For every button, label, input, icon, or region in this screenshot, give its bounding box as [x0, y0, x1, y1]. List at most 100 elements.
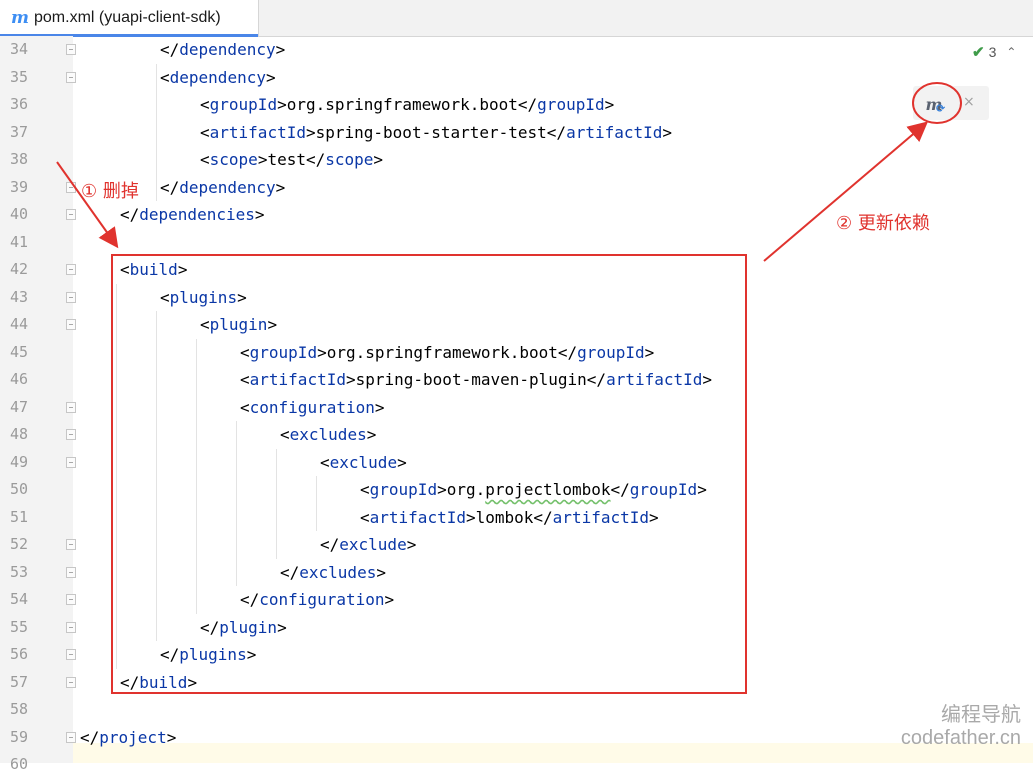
fold-marker-icon[interactable]	[66, 401, 76, 413]
code-line[interactable]: 44 <plugin>	[0, 311, 1033, 339]
code-line[interactable]: 43 <plugins>	[0, 284, 1033, 312]
line-number: 48	[9, 425, 28, 443]
fold-marker-icon[interactable]	[66, 44, 76, 55]
xml-tag-name: artifactId	[606, 370, 703, 389]
fold-marker-icon[interactable]	[66, 621, 76, 633]
xml-bracket: >	[275, 177, 286, 197]
code-line[interactable]: 34 </dependency>	[0, 36, 1033, 64]
maven-m-icon: m	[11, 8, 29, 28]
xml-tag-name: groupId	[537, 95, 605, 114]
code-text: </exclude>	[320, 531, 416, 559]
xml-tag-name: groupId	[249, 342, 318, 362]
xml-tag-name: excludes	[289, 425, 367, 444]
code-line[interactable]: 46 <artifactId>spring-boot-maven-plugin</…	[0, 366, 1033, 394]
line-number: 43	[9, 287, 28, 306]
line-number: 47	[9, 397, 28, 416]
fold-marker-icon[interactable]	[66, 71, 76, 83]
xml-bracket: <	[320, 452, 330, 472]
line-number: 59	[9, 727, 28, 746]
xml-bracket: >	[277, 95, 287, 114]
fold-marker-icon[interactable]	[66, 429, 76, 440]
code-line[interactable]: 59 </project>	[0, 724, 1033, 752]
fold-marker-icon[interactable]	[66, 731, 76, 743]
xml-bracket: >	[644, 342, 655, 362]
xml-bracket: >	[277, 617, 287, 637]
check-icon: ✔	[972, 44, 985, 61]
code-line[interactable]: 36 <groupId>org.springframework.boot</gro…	[0, 91, 1033, 119]
code-line[interactable]: 38 <scope>test</scope>	[0, 146, 1033, 174]
code-text: <exclude>	[320, 449, 407, 477]
code-text: <dependency>	[160, 64, 276, 92]
inspection-widget[interactable]: ✔ 3 ⌃	[972, 43, 1016, 61]
xml-bracket: <	[360, 507, 370, 527]
code-line[interactable]: 51 <artifactId>lombok</artifactId>	[0, 504, 1033, 532]
fold-marker-icon[interactable]	[66, 181, 76, 193]
xml-bracket: >	[177, 260, 188, 279]
code-line[interactable]: 49 <exclude>	[0, 449, 1033, 477]
code-line[interactable]: 52 </exclude>	[0, 531, 1033, 559]
xml-tag-name: configuration	[259, 590, 385, 609]
xml-bracket: <	[240, 397, 250, 417]
fold-marker-icon[interactable]	[66, 539, 76, 550]
code-editor[interactable]: 34 </dependency> 35 <dependency> 36 <groupId>…	[0, 36, 1033, 773]
xml-tag-name: build	[139, 672, 188, 692]
fold-marker-icon[interactable]	[66, 291, 76, 303]
xml-tag-name: groupId	[209, 95, 278, 114]
code-line[interactable]: 42 <build>	[0, 256, 1033, 284]
fold-marker-icon[interactable]	[66, 264, 76, 275]
fold-marker-icon[interactable]	[66, 456, 76, 468]
fold-marker-icon[interactable]	[66, 319, 76, 330]
code-text: </plugins>	[160, 641, 256, 669]
line-number: 57	[9, 672, 28, 691]
line-number: 55	[9, 617, 28, 636]
xml-bracket: <	[240, 342, 250, 362]
xml-bracket: </	[200, 617, 220, 637]
fold-marker-icon[interactable]	[66, 566, 76, 578]
editor-tab-bar: m pom.xml (yuapi-client-sdk)	[0, 0, 1033, 37]
code-line[interactable]: 60	[0, 751, 1033, 779]
close-icon[interactable]: ×	[963, 94, 975, 110]
tab-pom-xml[interactable]: m pom.xml (yuapi-client-sdk)	[0, 0, 259, 37]
line-number: 54	[9, 590, 28, 608]
code-line[interactable]: 55 </plugin>	[0, 614, 1033, 642]
fold-marker-icon[interactable]	[66, 209, 76, 220]
code-line[interactable]: 56 </plugins>	[0, 641, 1033, 669]
xml-tag-name: dependency	[179, 177, 276, 197]
xml-text: org.springframework.boot	[286, 95, 518, 114]
xml-bracket: >	[384, 590, 395, 609]
code-line[interactable]: 45 <groupId>org.springframework.boot</gro…	[0, 339, 1033, 367]
code-line[interactable]: 48 <excludes>	[0, 421, 1033, 449]
fold-marker-icon[interactable]	[66, 676, 76, 688]
xml-bracket: <	[280, 425, 290, 444]
code-line[interactable]: 39 </dependency>	[0, 174, 1033, 202]
line-number: 40	[9, 205, 28, 223]
xml-bracket: >	[373, 150, 384, 169]
code-line[interactable]: 58	[0, 696, 1033, 724]
xml-bracket: </	[320, 535, 340, 554]
code-line[interactable]: 35 <dependency>	[0, 64, 1033, 92]
code-line[interactable]: 50 <groupId>org.projectlombok</groupId>	[0, 476, 1033, 504]
line-number: 39	[9, 177, 28, 196]
code-line[interactable]: 47 <configuration>	[0, 394, 1033, 422]
code-line[interactable]: 53 </excludes>	[0, 559, 1033, 587]
code-text: <configuration>	[240, 394, 385, 422]
fold-marker-icon[interactable]	[66, 594, 76, 605]
xml-bracket: >	[345, 370, 356, 389]
code-text: <scope>test</scope>	[200, 146, 383, 174]
xml-bracket: >	[437, 480, 447, 499]
fold-marker-icon[interactable]	[66, 649, 76, 660]
maven-reload-button[interactable]: m ⟳	[917, 87, 951, 121]
code-line[interactable]: 37 <artifactId>spring-boot-starter-test</…	[0, 119, 1033, 147]
line-number: 42	[9, 260, 28, 278]
code-text: <plugins>	[160, 284, 247, 312]
line-number: 50	[9, 480, 28, 498]
xml-text: spring-boot-starter-test	[315, 122, 547, 142]
chevron-up-icon[interactable]: ⌃	[1006, 45, 1016, 59]
xml-tag-name: groupId	[369, 480, 438, 499]
code-line[interactable]: 57 </build>	[0, 669, 1033, 697]
code-text: <groupId>org.springframework.boot</group…	[240, 339, 654, 367]
code-text: <groupId>org.projectlombok</groupId>	[360, 476, 707, 504]
code-line[interactable]: 54 </configuration>	[0, 586, 1033, 614]
line-number: 44	[9, 315, 28, 333]
xml-tag-name: plugin	[209, 315, 268, 334]
